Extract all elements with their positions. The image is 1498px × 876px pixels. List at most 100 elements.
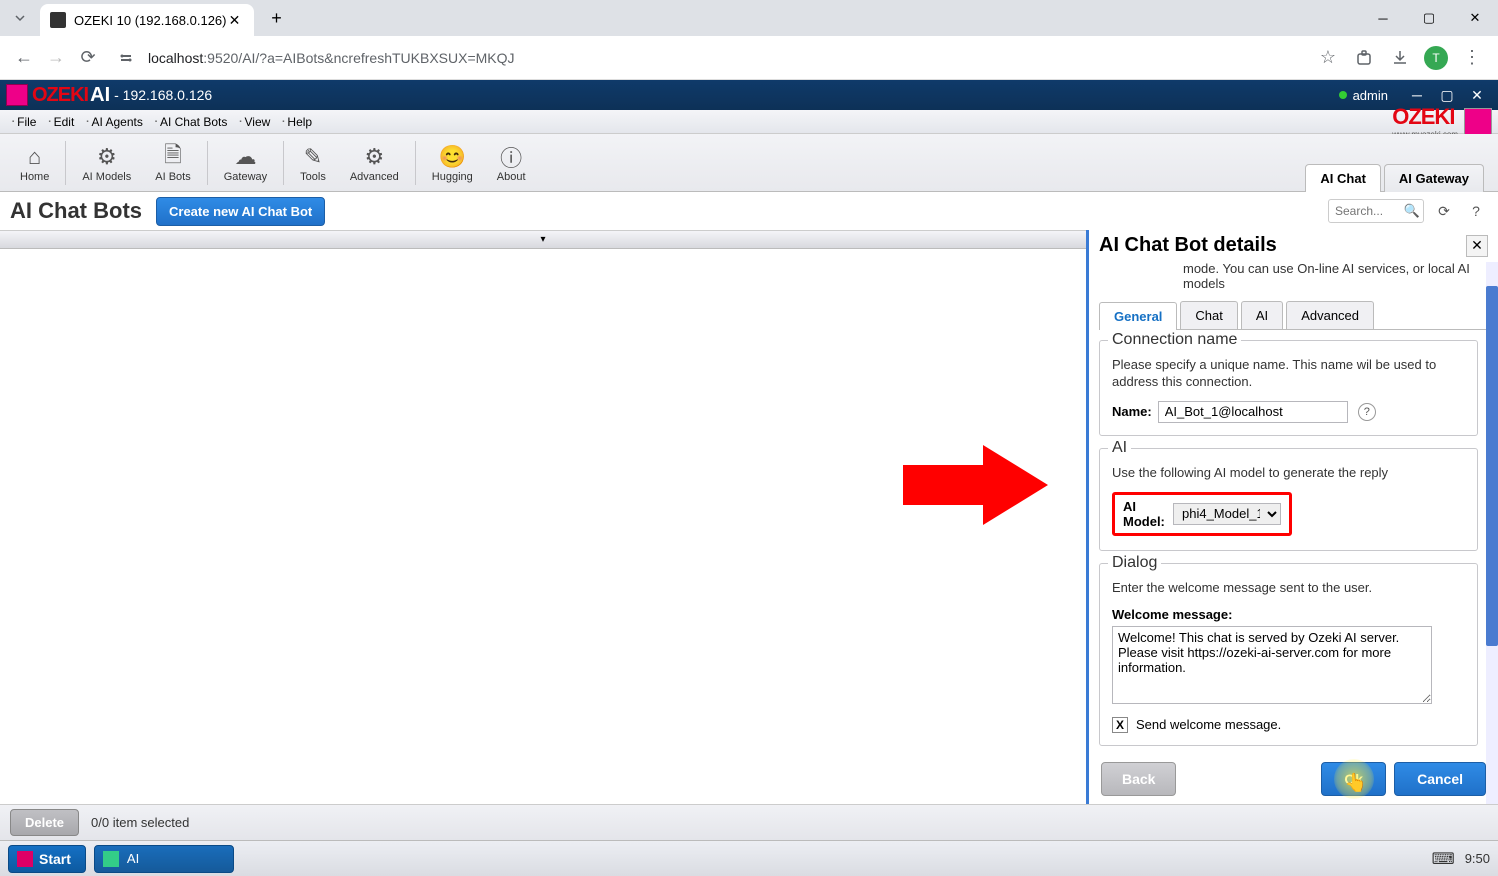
home-icon: ⌂ bbox=[28, 143, 41, 171]
reload-button[interactable]: ⟳ bbox=[72, 42, 104, 74]
chevron-down-icon: ▾ bbox=[540, 234, 545, 245]
name-label: Name: bbox=[1112, 404, 1152, 419]
toolbar-separator bbox=[283, 141, 284, 185]
toolbar-ai-bots[interactable]: 🗎AI Bots bbox=[143, 139, 202, 187]
send-welcome-label: Send welcome message. bbox=[1136, 717, 1281, 732]
menu-help[interactable]: Help bbox=[276, 115, 318, 129]
task-icon bbox=[103, 851, 119, 867]
close-window-button[interactable]: ✕ bbox=[1452, 0, 1498, 36]
toolbar-ai-models-label: AI Models bbox=[82, 171, 131, 183]
help-button[interactable]: ? bbox=[1464, 199, 1488, 223]
search-box: 🔍 bbox=[1328, 199, 1424, 223]
welcome-message-textarea[interactable] bbox=[1112, 626, 1432, 704]
app-logo-icon bbox=[6, 84, 28, 106]
tab-ai-chat[interactable]: AI Chat bbox=[1305, 164, 1381, 192]
menubar: File Edit AI Agents AI Chat Bots View He… bbox=[0, 110, 1498, 134]
browser-tab[interactable]: OZEKI 10 (192.168.0.126) ✕ bbox=[40, 4, 254, 36]
details-tab-general[interactable]: General bbox=[1099, 302, 1177, 330]
create-chat-bot-button[interactable]: Create new AI Chat Bot bbox=[156, 197, 325, 226]
taskbar: Start AI ⌨ 9:50 bbox=[0, 840, 1498, 876]
url-rest: :9520/AI/?a=AIBots&ncrefreshTUKBXSUX=MKQ… bbox=[203, 50, 514, 66]
site-info-icon[interactable] bbox=[112, 44, 140, 72]
brand-logo-text: OZEKI bbox=[1392, 104, 1458, 130]
toolbar-tools-label: Tools bbox=[300, 171, 326, 183]
app-brand: OZEKI bbox=[32, 84, 88, 107]
tab-title: OZEKI 10 (192.168.0.126) bbox=[74, 13, 226, 28]
welcome-label: Welcome message: bbox=[1112, 607, 1459, 622]
menu-edit[interactable]: Edit bbox=[42, 115, 80, 129]
toolbar-about[interactable]: ⓘAbout bbox=[485, 139, 538, 187]
search-input[interactable] bbox=[1328, 199, 1424, 223]
downloads-icon[interactable] bbox=[1382, 40, 1418, 76]
send-welcome-row: X Send welcome message. bbox=[1112, 717, 1465, 733]
toolbar-hugging-label: Hugging bbox=[432, 171, 473, 183]
toolbar-hugging[interactable]: 😊Hugging bbox=[420, 139, 485, 187]
scrollbar-thumb[interactable] bbox=[1486, 286, 1498, 646]
toolbar-separator bbox=[207, 141, 208, 185]
toolbar-advanced[interactable]: ⚙Advanced bbox=[338, 139, 411, 187]
chat-bots-list[interactable] bbox=[0, 249, 1086, 804]
bots-icon: 🗎 bbox=[164, 143, 182, 171]
delete-button[interactable]: Delete bbox=[10, 809, 79, 836]
current-user[interactable]: admin bbox=[1353, 88, 1388, 103]
avatar-letter: T bbox=[1424, 46, 1448, 70]
start-icon bbox=[17, 851, 33, 867]
app-ip: - 192.168.0.126 bbox=[114, 87, 212, 103]
main-content: ▾ AI Chat Bot details ✕ mode. You can us… bbox=[0, 230, 1498, 804]
minimize-button[interactable]: ─ bbox=[1360, 0, 1406, 36]
back-button[interactable]: Back bbox=[1101, 762, 1176, 796]
toolbar-advanced-label: Advanced bbox=[350, 171, 399, 183]
details-tab-ai[interactable]: AI bbox=[1241, 301, 1283, 329]
details-tab-advanced[interactable]: Advanced bbox=[1286, 301, 1374, 329]
ok-button[interactable]: Ok bbox=[1321, 762, 1386, 796]
details-tab-chat[interactable]: Chat bbox=[1180, 301, 1237, 329]
extensions-icon[interactable] bbox=[1346, 40, 1382, 76]
menu-view[interactable]: View bbox=[233, 115, 276, 129]
new-tab-button[interactable]: + bbox=[262, 4, 290, 32]
toolbar-tools[interactable]: ✎Tools bbox=[288, 139, 338, 187]
ai-model-select[interactable]: phi4_Model_1 bbox=[1173, 503, 1281, 525]
tab-search-dropdown[interactable] bbox=[8, 6, 32, 30]
start-label: Start bbox=[39, 851, 71, 867]
name-help-icon[interactable]: ? bbox=[1358, 403, 1376, 421]
dialog-legend: Dialog bbox=[1108, 554, 1161, 572]
toolbar-home[interactable]: ⌂Home bbox=[8, 139, 61, 187]
details-title: AI Chat Bot details bbox=[1099, 234, 1277, 257]
url-bar[interactable]: localhost:9520/AI/?a=AIBots&ncrefreshTUK… bbox=[140, 50, 1302, 66]
start-button[interactable]: Start bbox=[8, 845, 86, 873]
selection-count: 0/0 item selected bbox=[91, 815, 189, 830]
name-input[interactable] bbox=[1158, 401, 1348, 423]
browser-menu-icon[interactable]: ⋮ bbox=[1454, 40, 1490, 76]
menu-file[interactable]: File bbox=[6, 115, 42, 129]
menu-ai-agents[interactable]: AI Agents bbox=[80, 115, 149, 129]
connection-desc: Please specify a unique name. This name … bbox=[1112, 357, 1465, 391]
tab-favicon bbox=[50, 12, 66, 28]
fieldset-ai: AI Use the following AI model to generat… bbox=[1099, 448, 1478, 551]
refresh-button[interactable]: ⟳ bbox=[1432, 199, 1456, 223]
details-close-button[interactable]: ✕ bbox=[1466, 235, 1488, 257]
keyboard-icon[interactable]: ⌨ bbox=[1432, 849, 1455, 869]
profile-avatar[interactable]: T bbox=[1418, 40, 1454, 76]
status-dot-icon bbox=[1339, 91, 1347, 99]
footer-bar: Delete 0/0 item selected bbox=[0, 804, 1498, 840]
details-tabs: General Chat AI Advanced bbox=[1099, 301, 1488, 330]
maximize-button[interactable]: ▢ bbox=[1406, 0, 1452, 36]
toolbar-gateway[interactable]: ☁Gateway bbox=[212, 139, 279, 187]
bookmark-star-icon[interactable]: ☆ bbox=[1310, 40, 1346, 76]
forward-button[interactable]: → bbox=[40, 42, 72, 74]
tab-close-icon[interactable]: ✕ bbox=[226, 12, 242, 28]
cancel-button[interactable]: Cancel bbox=[1394, 762, 1486, 796]
hugging-icon: 😊 bbox=[439, 143, 466, 171]
toolbar-separator bbox=[415, 141, 416, 185]
back-button[interactable]: ← bbox=[8, 42, 40, 74]
list-column-header[interactable]: ▾ bbox=[0, 231, 1086, 249]
toolbar-separator bbox=[65, 141, 66, 185]
tab-ai-gateway[interactable]: AI Gateway bbox=[1384, 164, 1484, 192]
menu-ai-chat-bots[interactable]: AI Chat Bots bbox=[149, 115, 234, 129]
send-welcome-checkbox[interactable]: X bbox=[1112, 717, 1128, 733]
dialog-desc: Enter the welcome message sent to the us… bbox=[1112, 580, 1465, 597]
task-ai-button[interactable]: AI bbox=[94, 845, 234, 873]
toolbar-ai-models[interactable]: ⚙AI Models bbox=[70, 139, 143, 187]
content-header: AI Chat Bots Create new AI Chat Bot 🔍 ⟳ … bbox=[0, 192, 1498, 230]
browser-toolbar: ← → ⟳ localhost:9520/AI/?a=AIBots&ncrefr… bbox=[0, 36, 1498, 80]
